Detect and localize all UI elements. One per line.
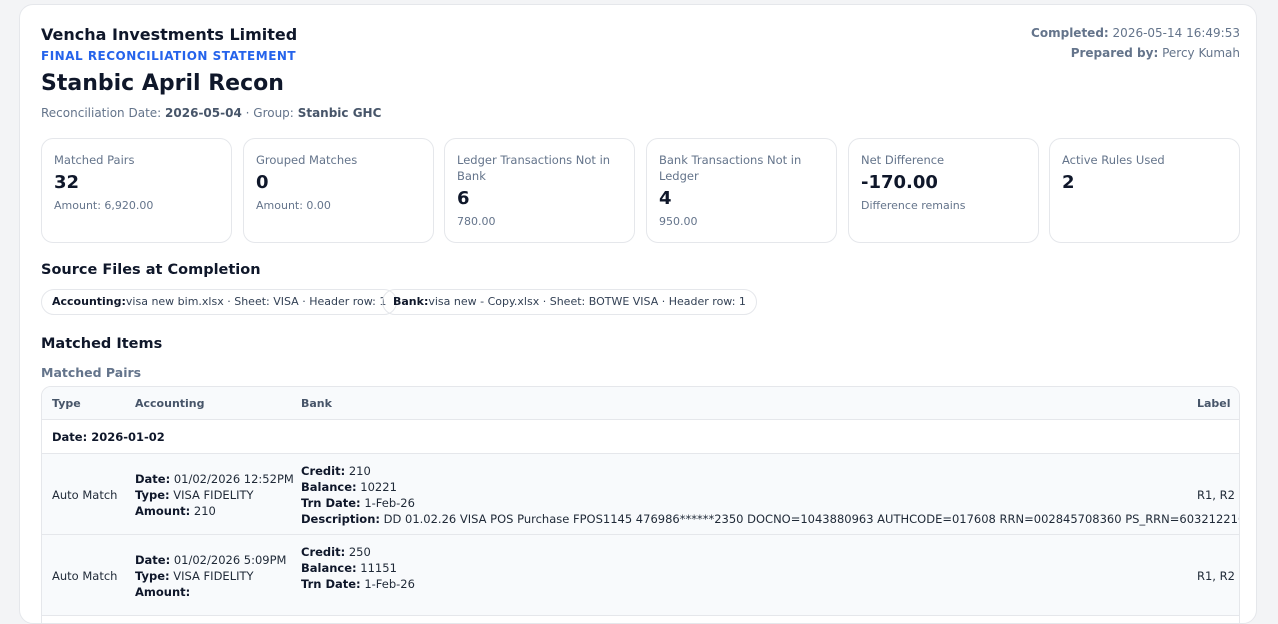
stat-sub: 780.00 — [457, 215, 496, 228]
match-type: Auto Match — [52, 488, 118, 502]
stat-value: 0 — [256, 172, 269, 193]
rule-label: R1, R2 — [1197, 488, 1235, 502]
accounting-file-value: visa new bim.xlsx · Sheet: VISA · Header… — [125, 295, 387, 308]
recon-meta: Reconciliation Date: 2026-05-04 · Group:… — [41, 106, 381, 120]
stat-value: 4 — [659, 188, 672, 209]
summary-stats: Matched Pairs 32 Amount: 6,920.00 Groupe… — [41, 138, 1240, 243]
table-row[interactable]: Auto Match Date: 01/02/2026 5:09PM Type:… — [42, 535, 1239, 616]
reconciliation-card: Vencha Investments Limited FINAL RECONCI… — [19, 4, 1257, 624]
stat-card-ledger-not-in-bank: Ledger Transactions Not in Bank 6 780.00 — [444, 138, 635, 243]
stat-card-matched-pairs: Matched Pairs 32 Amount: 6,920.00 — [41, 138, 232, 243]
group-label: · Group: — [245, 106, 294, 120]
recon-date-value: 2026-05-04 — [165, 106, 242, 120]
recon-date-label: Reconciliation Date: — [41, 106, 162, 120]
prepared-info: Prepared by: Percy Kumah — [1071, 46, 1240, 60]
stat-label: Active Rules Used — [1062, 153, 1165, 167]
prepared-value: Percy Kumah — [1162, 46, 1240, 60]
stat-sub: 950.00 — [659, 215, 698, 228]
stat-value: 32 — [54, 172, 80, 193]
prepared-label: Prepared by: — [1070, 46, 1159, 60]
matched-pairs-subheading: Matched Pairs — [41, 365, 142, 380]
date-group-row: Date: 2026-01-02 — [42, 420, 1239, 454]
stat-value: 2 — [1062, 172, 1075, 193]
stat-card-bank-not-in-ledger: Bank Transactions Not in Ledger 4 950.00 — [646, 138, 837, 243]
stat-sub: Difference remains — [861, 199, 966, 212]
stat-label: Ledger Transactions Not in Bank — [457, 153, 611, 183]
stat-label: Bank Transactions Not in Ledger — [659, 153, 802, 183]
completed-label: Completed: — [1031, 26, 1109, 40]
table-row[interactable]: Auto Match Date: 01/02/2026 12:52PM Type… — [42, 454, 1239, 535]
bank-file-chip: Bank:visa new - Copy.xlsx · Sheet: BOTWE… — [382, 289, 757, 315]
bank-file-label: Bank: — [393, 295, 429, 308]
accounting-cell: Date: 01/02/2026 5:09PM Type: VISA FIDEL… — [135, 553, 287, 599]
stat-label: Grouped Matches — [256, 153, 358, 167]
matched-items-heading: Matched Items — [41, 336, 163, 352]
stat-sub: Amount: 0.00 — [256, 199, 331, 212]
bank-cell: Credit: 210 Balance: 10221 Trn Date: 1-F… — [301, 464, 1240, 526]
column-header-accounting: Accounting — [135, 397, 205, 410]
stat-label: Matched Pairs — [54, 153, 135, 167]
stat-card-grouped-matches: Grouped Matches 0 Amount: 0.00 — [243, 138, 434, 243]
table-header: Type Accounting Bank Label — [42, 387, 1239, 420]
page-title: Stanbic April Recon — [41, 71, 284, 96]
stat-sub: Amount: 6,920.00 — [54, 199, 154, 212]
column-header-type: Type — [52, 397, 81, 410]
source-files-heading: Source Files at Completion — [41, 262, 261, 278]
stat-value: 6 — [457, 188, 470, 209]
stat-label: Net Difference — [861, 153, 945, 167]
stat-card-active-rules: Active Rules Used 2 — [1049, 138, 1240, 243]
accounting-file-label: Accounting: — [52, 295, 126, 308]
completed-info: Completed: 2026-05-14 16:49:53 — [1031, 26, 1240, 40]
completed-value: 2026-05-14 16:49:53 — [1112, 26, 1240, 40]
bank-cell: Credit: 250 Balance: 11151 Trn Date: 1-F… — [301, 545, 415, 591]
stat-card-net-difference: Net Difference -170.00 Difference remain… — [848, 138, 1039, 243]
accounting-file-chip: Accounting:visa new bim.xlsx · Sheet: VI… — [41, 289, 398, 315]
stat-value: -170.00 — [861, 172, 938, 193]
group-value: Stanbic GHC — [297, 106, 382, 120]
column-header-label: Label — [1197, 397, 1231, 410]
rule-label: R1, R2 — [1197, 569, 1235, 583]
bank-file-value: visa new - Copy.xlsx · Sheet: BOTWE VISA… — [428, 295, 746, 308]
company-name: Vencha Investments Limited — [41, 25, 298, 44]
statement-subtitle: FINAL RECONCILIATION STATEMENT — [41, 49, 297, 63]
date-group-label: Date: 2026-01-02 — [52, 430, 165, 444]
matched-pairs-table: Type Accounting Bank Label Date: 2026-01… — [41, 386, 1240, 623]
accounting-cell: Date: 01/02/2026 12:52PM Type: VISA FIDE… — [135, 472, 294, 518]
column-header-bank: Bank — [301, 397, 332, 410]
match-type: Auto Match — [52, 569, 118, 583]
